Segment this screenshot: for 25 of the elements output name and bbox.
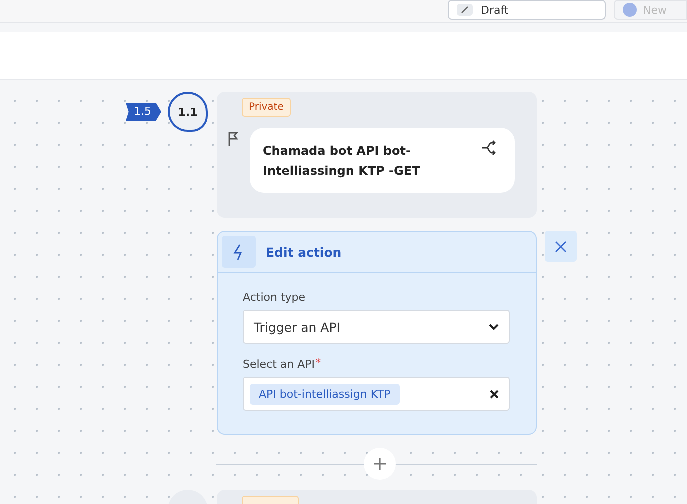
panel-title: Edit action — [266, 244, 342, 260]
private-tag: Private — [242, 98, 291, 117]
select-value: Trigger an API — [254, 320, 340, 334]
step-badge: 1.5 — [126, 103, 162, 121]
plus-icon — [374, 458, 386, 470]
status-value: Draft — [481, 4, 509, 16]
chevron-down-icon — [489, 324, 499, 330]
step-title: Chamada bot API bot-Intelliassingn KTP -GET — [263, 143, 422, 180]
add-step-button[interactable] — [364, 448, 396, 480]
close-button[interactable] — [545, 231, 577, 262]
branch-icon[interactable] — [481, 140, 497, 156]
action-type-select[interactable]: Trigger an API — [243, 310, 510, 344]
api-select[interactable]: API bot-intelliassign KTP — [243, 377, 510, 411]
step-number: 1.1 — [168, 92, 208, 132]
flag-icon — [228, 132, 239, 146]
lightning-icon — [222, 236, 256, 268]
step-title-card[interactable]: Chamada bot API bot-Intelliassingn KTP -GET — [250, 128, 515, 193]
status-select[interactable]: Draft — [448, 0, 606, 20]
required-mark: * — [316, 358, 322, 369]
pencil-icon — [457, 4, 473, 16]
field-label: Select an API — [243, 358, 316, 371]
close-icon — [555, 240, 567, 252]
api-chip: API bot-intelliassign KTP — [250, 384, 400, 404]
field-label: Action type — [243, 291, 306, 304]
clear-icon[interactable] — [490, 390, 499, 398]
